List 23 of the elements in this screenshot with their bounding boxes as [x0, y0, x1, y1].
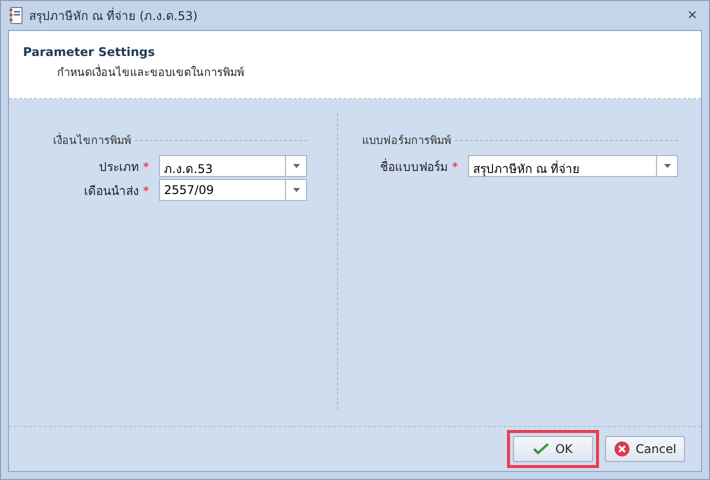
required-mark: * — [143, 184, 149, 198]
field-label: ชื่อแบบฟอร์ม — [380, 160, 448, 174]
dropdown-field[interactable]: 2557/09 — [159, 179, 307, 201]
caret-icon — [292, 164, 300, 168]
window-title: สรุปภาษีหัก ณ ที่จ่าย (ภ.ง.ด.53) — [29, 6, 199, 25]
header-subtitle: กำหนดเงื่อนไขและขอบเขตในการพิมพ์ — [57, 64, 245, 81]
caret-icon — [664, 164, 670, 168]
required-mark: * — [143, 160, 149, 174]
field-label: ประเภท — [99, 160, 139, 174]
cancel-icon — [614, 441, 630, 457]
field-label: เดือนนำส่ง — [84, 184, 139, 198]
header-title: Parameter Settings — [23, 45, 156, 59]
close-button[interactable]: × — [684, 6, 701, 24]
checkmark-icon — [533, 443, 550, 455]
ok-button[interactable]: OK — [513, 436, 593, 462]
dropdown-field[interactable]: ภ.ง.ด.53 — [159, 155, 307, 177]
dropdown-field[interactable]: สรุปภาษีหัก ณ ที่จ่าย — [468, 155, 678, 177]
caret-icon — [292, 188, 300, 192]
required-mark: * — [452, 160, 458, 174]
notebook-icon — [9, 7, 23, 24]
group-title: เงื่อนไขการพิมพ์ — [53, 132, 131, 149]
group-title: แบบฟอร์มการพิมพ์ — [362, 133, 451, 149]
cancel-button[interactable]: Cancel — [605, 436, 685, 462]
